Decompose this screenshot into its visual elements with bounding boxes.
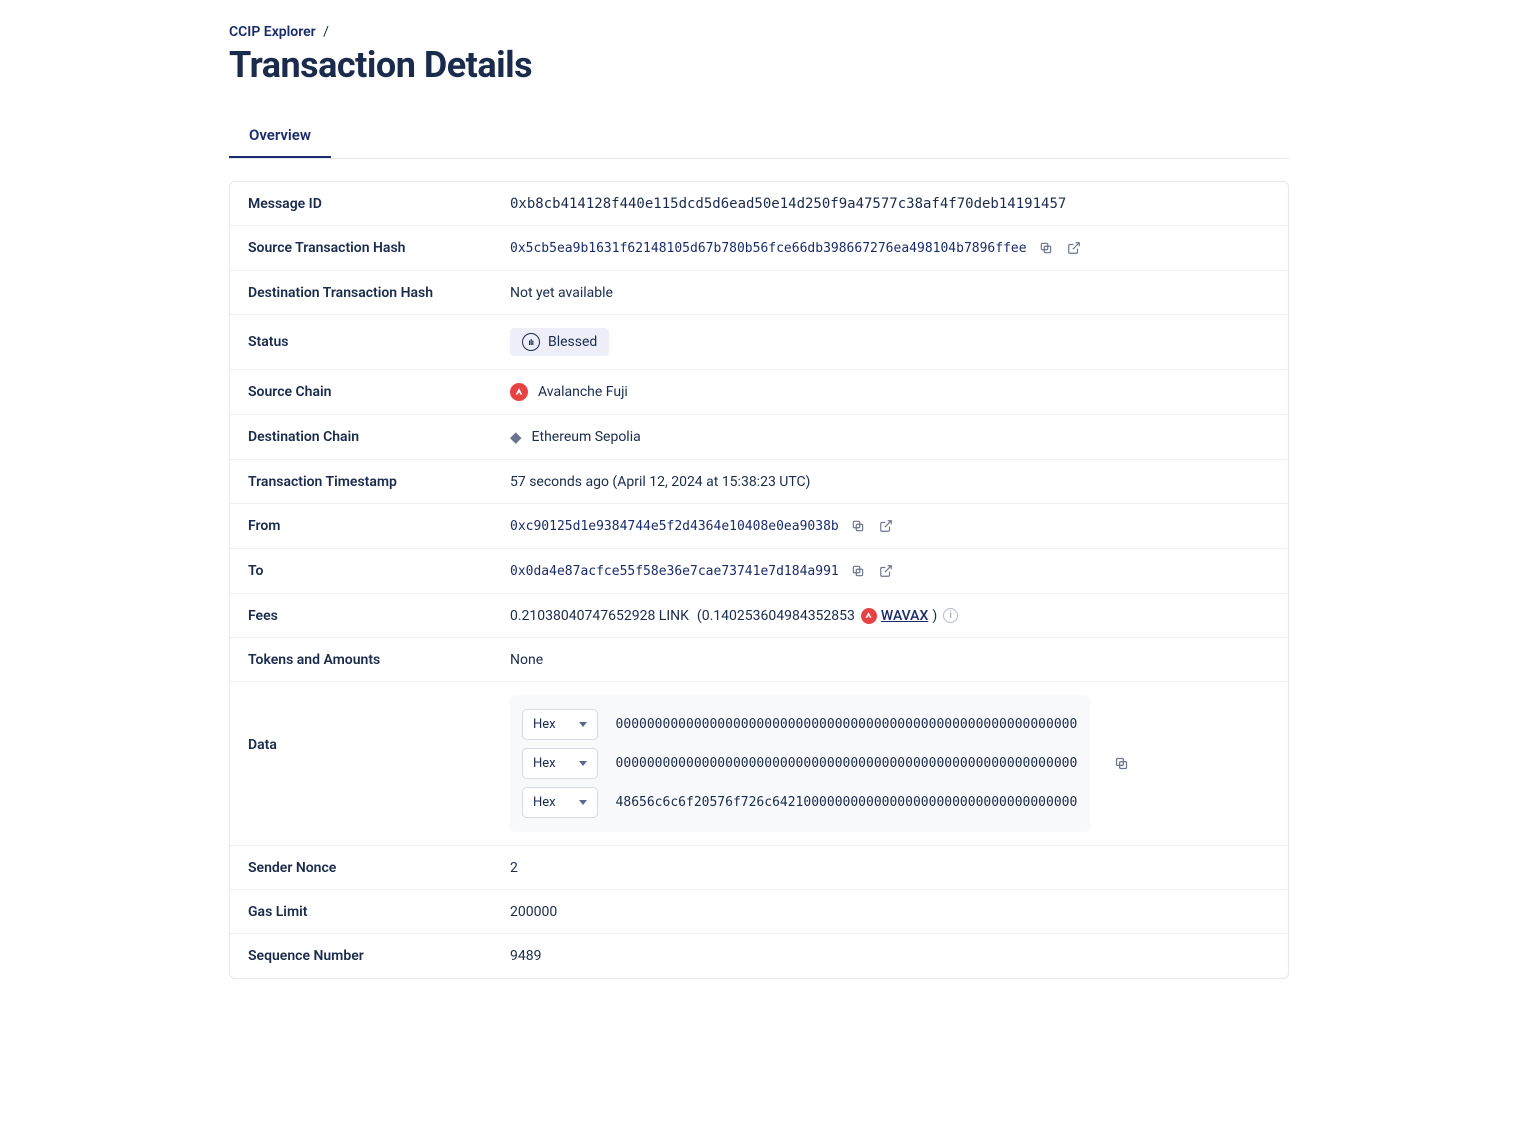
status-text: Blessed	[548, 334, 597, 350]
value-message-id: 0xb8cb414128f440e115dcd5d6ead50e14d250f9…	[510, 196, 1270, 212]
fees-alt-suffix: )	[932, 608, 937, 624]
row-fees: Fees 0.21038040747652928 LINK (0.1402536…	[230, 594, 1288, 638]
label-sender-nonce: Sender Nonce	[248, 860, 510, 876]
chevron-down-icon	[579, 761, 587, 766]
value-dest-tx: Not yet available	[510, 285, 1270, 301]
data-line-2: Hex 48656c6c6f20576f726c6421000000000000…	[522, 783, 1078, 822]
avalanche-icon	[861, 608, 877, 624]
dest-chain-name: Ethereum Sepolia	[532, 429, 641, 445]
chevron-down-icon	[579, 722, 587, 727]
data-line-1: Hex 000000000000000000000000000000000000…	[522, 744, 1078, 783]
tabs: Overview	[229, 114, 1289, 159]
label-seq-no: Sequence Number	[248, 948, 510, 964]
row-source-tx: Source Transaction Hash 0x5cb5ea9b1631f6…	[230, 226, 1288, 271]
source-tx-hash-link[interactable]: 0x5cb5ea9b1631f62148105d67b780b56fce66db…	[510, 241, 1027, 256]
row-gas-limit: Gas Limit 200000	[230, 890, 1288, 934]
transaction-details-card: Message ID 0xb8cb414128f440e115dcd5d6ead…	[229, 181, 1289, 979]
to-address-link[interactable]: 0x0da4e87acfce55f58e36e7cae73741e7d184a9…	[510, 564, 839, 579]
label-timestamp: Transaction Timestamp	[248, 474, 510, 490]
chevron-down-icon	[579, 800, 587, 805]
row-to: To 0x0da4e87acfce55f58e36e7cae73741e7d18…	[230, 549, 1288, 594]
data-panel: Hex 000000000000000000000000000000000000…	[510, 695, 1090, 832]
row-dest-tx: Destination Transaction Hash Not yet ava…	[230, 271, 1288, 315]
data-format-select[interactable]: Hex	[522, 748, 598, 779]
data-format-select[interactable]: Hex	[522, 787, 598, 818]
row-message-id: Message ID 0xb8cb414128f440e115dcd5d6ead…	[230, 182, 1288, 226]
label-from: From	[248, 518, 510, 534]
value-timestamp: 57 seconds ago (April 12, 2024 at 15:38:…	[510, 474, 1270, 490]
label-fees: Fees	[248, 608, 510, 624]
label-source-chain: Source Chain	[248, 384, 510, 400]
value-tokens: None	[510, 652, 1270, 668]
data-format-select[interactable]: Hex	[522, 709, 598, 740]
row-data: Data Hex 0000000000000000000000000000000…	[230, 682, 1288, 846]
row-status: Status ılı Blessed	[230, 315, 1288, 370]
fees-alt-prefix: (0.140253604984352853	[697, 608, 855, 624]
row-dest-chain: Destination Chain ◆ Ethereum Sepolia	[230, 415, 1288, 460]
copy-icon[interactable]	[1112, 755, 1130, 773]
copy-icon[interactable]	[1037, 239, 1055, 257]
breadcrumb-root-link[interactable]: CCIP Explorer	[229, 24, 316, 40]
row-timestamp: Transaction Timestamp 57 seconds ago (Ap…	[230, 460, 1288, 504]
label-gas-limit: Gas Limit	[248, 904, 510, 920]
ethereum-icon: ◆	[510, 428, 522, 446]
status-badge: ılı Blessed	[510, 328, 609, 356]
page-title: Transaction Details	[229, 44, 1289, 86]
avalanche-icon	[510, 383, 528, 401]
label-status: Status	[248, 334, 510, 350]
data-hex-2: 48656c6c6f20576f726c64210000000000000000…	[616, 795, 1078, 810]
label-source-tx: Source Transaction Hash	[248, 240, 510, 256]
breadcrumb-separator: /	[323, 24, 329, 40]
label-to: To	[248, 563, 510, 579]
label-dest-tx: Destination Transaction Hash	[248, 285, 510, 301]
copy-icon[interactable]	[849, 517, 867, 535]
external-link-icon[interactable]	[1065, 239, 1083, 257]
data-hex-1: 0000000000000000000000000000000000000000…	[616, 756, 1078, 771]
data-line-0: Hex 000000000000000000000000000000000000…	[522, 705, 1078, 744]
row-from: From 0xc90125d1e9384744e5f2d4364e10408e0…	[230, 504, 1288, 549]
from-address-link[interactable]: 0xc90125d1e9384744e5f2d4364e10408e0ea903…	[510, 519, 839, 534]
value-seq-no: 9489	[510, 948, 1270, 964]
external-link-icon[interactable]	[877, 517, 895, 535]
value-gas-limit: 200000	[510, 904, 1270, 920]
value-sender-nonce: 2	[510, 860, 1270, 876]
external-link-icon[interactable]	[877, 562, 895, 580]
label-data: Data	[248, 695, 510, 753]
row-sender-nonce: Sender Nonce 2	[230, 846, 1288, 890]
tab-overview[interactable]: Overview	[229, 114, 331, 158]
copy-icon[interactable]	[849, 562, 867, 580]
label-tokens: Tokens and Amounts	[248, 652, 510, 668]
label-message-id: Message ID	[248, 196, 510, 212]
breadcrumb: CCIP Explorer /	[229, 24, 1289, 40]
info-icon[interactable]: i	[943, 608, 958, 623]
row-tokens: Tokens and Amounts None	[230, 638, 1288, 682]
wavax-token-link[interactable]: WAVAX	[881, 608, 928, 624]
fees-link-amount: 0.21038040747652928 LINK	[510, 608, 689, 624]
row-seq-no: Sequence Number 9489	[230, 934, 1288, 978]
row-source-chain: Source Chain Avalanche Fuji	[230, 370, 1288, 415]
data-hex-0: 0000000000000000000000000000000000000000…	[616, 717, 1078, 732]
label-dest-chain: Destination Chain	[248, 429, 510, 445]
source-chain-name: Avalanche Fuji	[538, 384, 628, 400]
blessed-icon: ılı	[522, 333, 540, 351]
